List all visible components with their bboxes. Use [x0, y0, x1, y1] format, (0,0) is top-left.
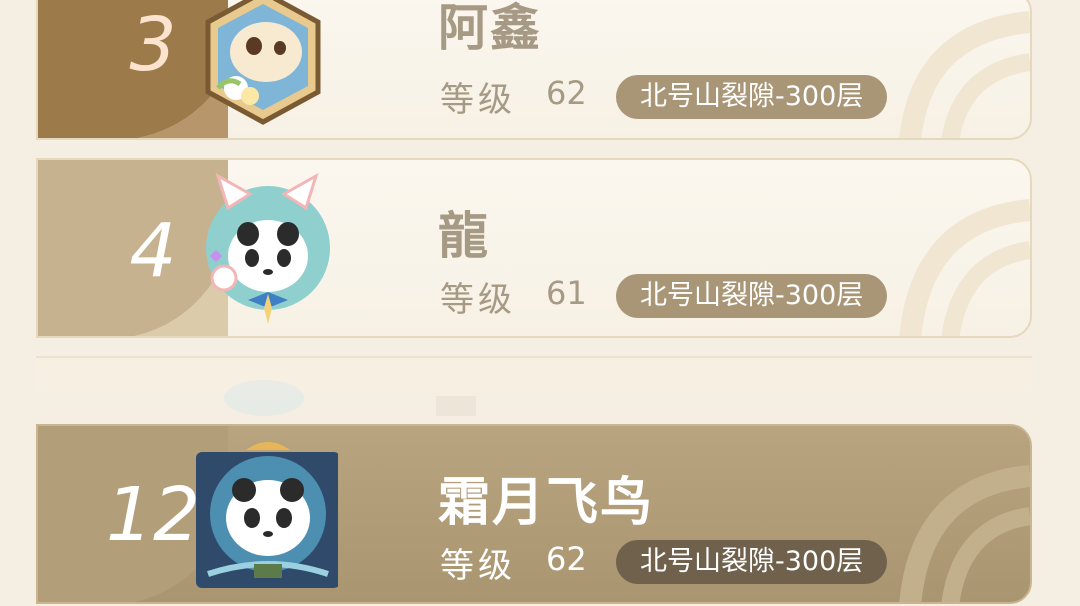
rank-row-12[interactable]: 12 霜月飞鸟 等级 62 北号山裂隙-300层 [36, 424, 1032, 604]
swirl-decoration [899, 199, 1030, 336]
rank-row-4[interactable]: 4 龍 等级 61 北号山裂隙-300层 [36, 158, 1032, 338]
level-label: 等级 [440, 546, 516, 586]
swirl-decoration [899, 465, 1030, 602]
cat-avatar-icon[interactable] [188, 0, 338, 134]
panda-cat-avatar-icon[interactable] [188, 168, 338, 324]
level-value: 61 [546, 274, 587, 312]
level-label: 等级 [440, 80, 516, 120]
faded-row [36, 356, 1032, 416]
swirl-decoration [899, 11, 1030, 138]
level-label: 等级 [440, 280, 516, 320]
level-value: 62 [546, 540, 587, 578]
stage-badge: 北号山裂隙-300层 [616, 274, 888, 318]
player-name: 龍 [438, 207, 490, 265]
level-value: 62 [546, 74, 587, 112]
stage-badge: 北号山裂隙-300层 [616, 540, 888, 584]
player-name: 阿鑫 [438, 0, 542, 57]
panda-avatar-icon[interactable] [188, 434, 340, 588]
stage-badge: 北号山裂隙-300层 [616, 75, 888, 119]
rank-row-3[interactable]: 3 阿鑫 等级 62 北号山裂隙-300层 [36, 0, 1032, 140]
player-name: 霜月飞鸟 [438, 473, 655, 533]
